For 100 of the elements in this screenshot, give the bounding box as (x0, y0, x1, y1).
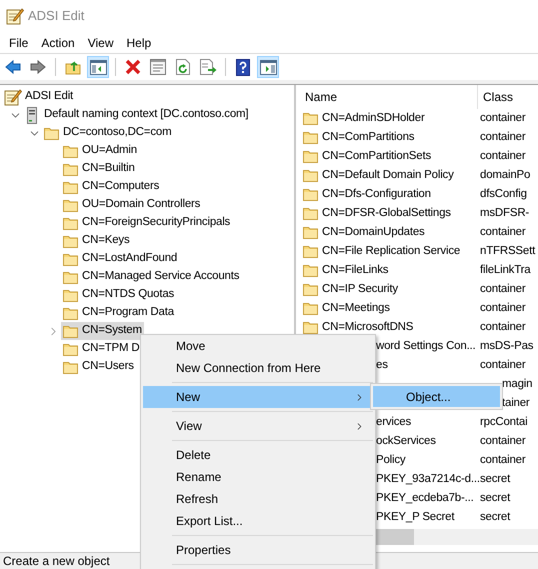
properties-button[interactable] (147, 56, 169, 78)
tree-item[interactable]: CN=Builtin (61, 160, 137, 178)
folder-icon (303, 226, 318, 239)
tree-item[interactable]: CN=Managed Service Accounts (61, 268, 242, 286)
folder-icon (44, 126, 58, 140)
folder-icon (303, 169, 318, 182)
class-cell-text: fileLinkTra (480, 262, 530, 278)
class-cell-text: container (480, 452, 526, 468)
folder-icon (62, 342, 78, 356)
column-header[interactable]: Class (478, 85, 538, 109)
notepad-pencil-icon (4, 88, 22, 106)
menu-item[interactable]: New (143, 386, 373, 408)
tree-item[interactable]: DC=contoso,DC=com (42, 124, 174, 142)
class-cell-text: container (480, 358, 526, 373)
menu-item[interactable]: Rename (143, 466, 373, 488)
name-cell-text: CN=File Replication Service (322, 244, 460, 259)
name-cell-text: CN=Meetings (322, 300, 390, 316)
name-cell-text: CN=DomainUpdates (322, 224, 425, 240)
folder-icon (62, 360, 78, 374)
menu-item[interactable]: Properties (143, 539, 373, 561)
class-cell-text: container (480, 282, 526, 297)
name-cell-text: CN=DFSR-GlobalSettings (322, 206, 451, 221)
folder-icon (303, 150, 318, 163)
column-header[interactable]: Name (296, 85, 478, 109)
folder-icon (62, 180, 78, 194)
class-cell-text: nTFRSSett (480, 244, 536, 259)
folder-icon (303, 131, 318, 144)
name-cell-text: CN=Dfs-Configuration (322, 186, 431, 202)
class-cell-text: msDFSR- (480, 206, 530, 221)
tree-item[interactable]: CN=ForeignSecurityPrincipals (61, 214, 232, 232)
class-cell-text: dfsConfig (480, 186, 527, 202)
name-cell-text: CN=ComPartitions (322, 130, 414, 145)
menu-item[interactable]: View (82, 32, 120, 52)
name-cell-text: ockServices (376, 434, 436, 449)
folder-icon (303, 188, 318, 201)
action-toggle-button[interactable] (257, 56, 279, 78)
panel-toggle-icon (90, 60, 106, 74)
menu-item[interactable]: Action (35, 32, 81, 52)
tree-item[interactable]: Default naming context [DC.contoso.com] (23, 106, 250, 124)
class-cell-text: magin (502, 376, 532, 392)
class-cell-text: container (480, 224, 526, 240)
refresh-icon (176, 59, 190, 75)
name-cell-text: ervices (376, 414, 412, 430)
name-cell-text: CN=Default Domain Policy (322, 168, 454, 183)
menu-item[interactable]: View (143, 415, 373, 437)
tree-item[interactable]: CN=Users (61, 358, 136, 376)
notepad-pencil-icon (6, 7, 24, 25)
tree-item[interactable]: ADSI Edit (4, 88, 76, 106)
name-cell-text: CN=FileLinks (322, 262, 388, 278)
name-cell-text: CN=MicrosoftDNS (322, 320, 414, 335)
name-cell-text: PKEY_P Secret (376, 510, 454, 525)
folder-icon (303, 207, 318, 220)
server-icon (27, 106, 37, 124)
folder-icon (303, 302, 318, 315)
folder-icon (303, 321, 318, 334)
tree-item[interactable]: CN=System (61, 322, 144, 340)
class-cell-text: container (480, 148, 526, 164)
folder-up-icon (65, 59, 81, 75)
name-cell-text: PKEY_ecdeba7b-... (376, 490, 474, 506)
tree-item[interactable]: CN=NTDS Quotas (61, 286, 176, 304)
tree-item[interactable]: OU=Admin (61, 142, 139, 160)
menu-item[interactable]: Delete (143, 444, 373, 466)
tree-toggle-button[interactable] (87, 56, 109, 78)
export-list-icon (200, 59, 216, 75)
folder-icon (62, 162, 78, 176)
menu-item[interactable]: File (3, 32, 34, 52)
name-cell-text: CN=AdminSDHolder (322, 110, 425, 126)
name-cell-text: word Settings Con... (376, 338, 476, 354)
tree-item[interactable]: CN=TPM D (61, 340, 142, 358)
tree-item[interactable]: CN=Keys (61, 232, 132, 250)
folder-icon (62, 270, 78, 284)
class-cell-text: domainPo (480, 168, 530, 183)
class-cell-text: rpcContai (480, 414, 528, 430)
folder-icon (303, 283, 318, 296)
class-cell-text: container (480, 110, 526, 126)
class-cell-text: msDS-Pas (480, 338, 534, 354)
folder-icon (303, 245, 318, 258)
class-cell-text: container (480, 434, 526, 449)
help-icon (236, 58, 250, 76)
menu-item[interactable]: Help (120, 32, 158, 52)
tree-item[interactable]: OU=Domain Controllers (61, 196, 202, 214)
menu-item[interactable]: Export List... (143, 510, 373, 532)
menu-item[interactable]: Refresh (143, 488, 373, 510)
tree-item[interactable]: CN=Computers (61, 178, 162, 196)
properties-icon (150, 59, 166, 75)
class-cell-text: container (480, 300, 526, 316)
class-cell-text: container (480, 320, 526, 335)
tree-item[interactable]: CN=LostAndFound (61, 250, 180, 268)
status-text: Create a new object (3, 553, 110, 569)
export-button[interactable] (197, 56, 219, 78)
menu-item[interactable]: Move (143, 335, 373, 357)
delete-icon (125, 59, 141, 75)
folder-icon (62, 216, 78, 230)
folder-icon (303, 112, 318, 125)
menu-item[interactable]: Object... (373, 386, 500, 407)
class-cell-text: secret (480, 490, 510, 506)
menu-item[interactable]: New Connection from Here (143, 357, 373, 379)
panel-toggle-icon (260, 60, 276, 74)
folder-icon (62, 198, 78, 212)
tree-item[interactable]: CN=Program Data (61, 304, 176, 322)
